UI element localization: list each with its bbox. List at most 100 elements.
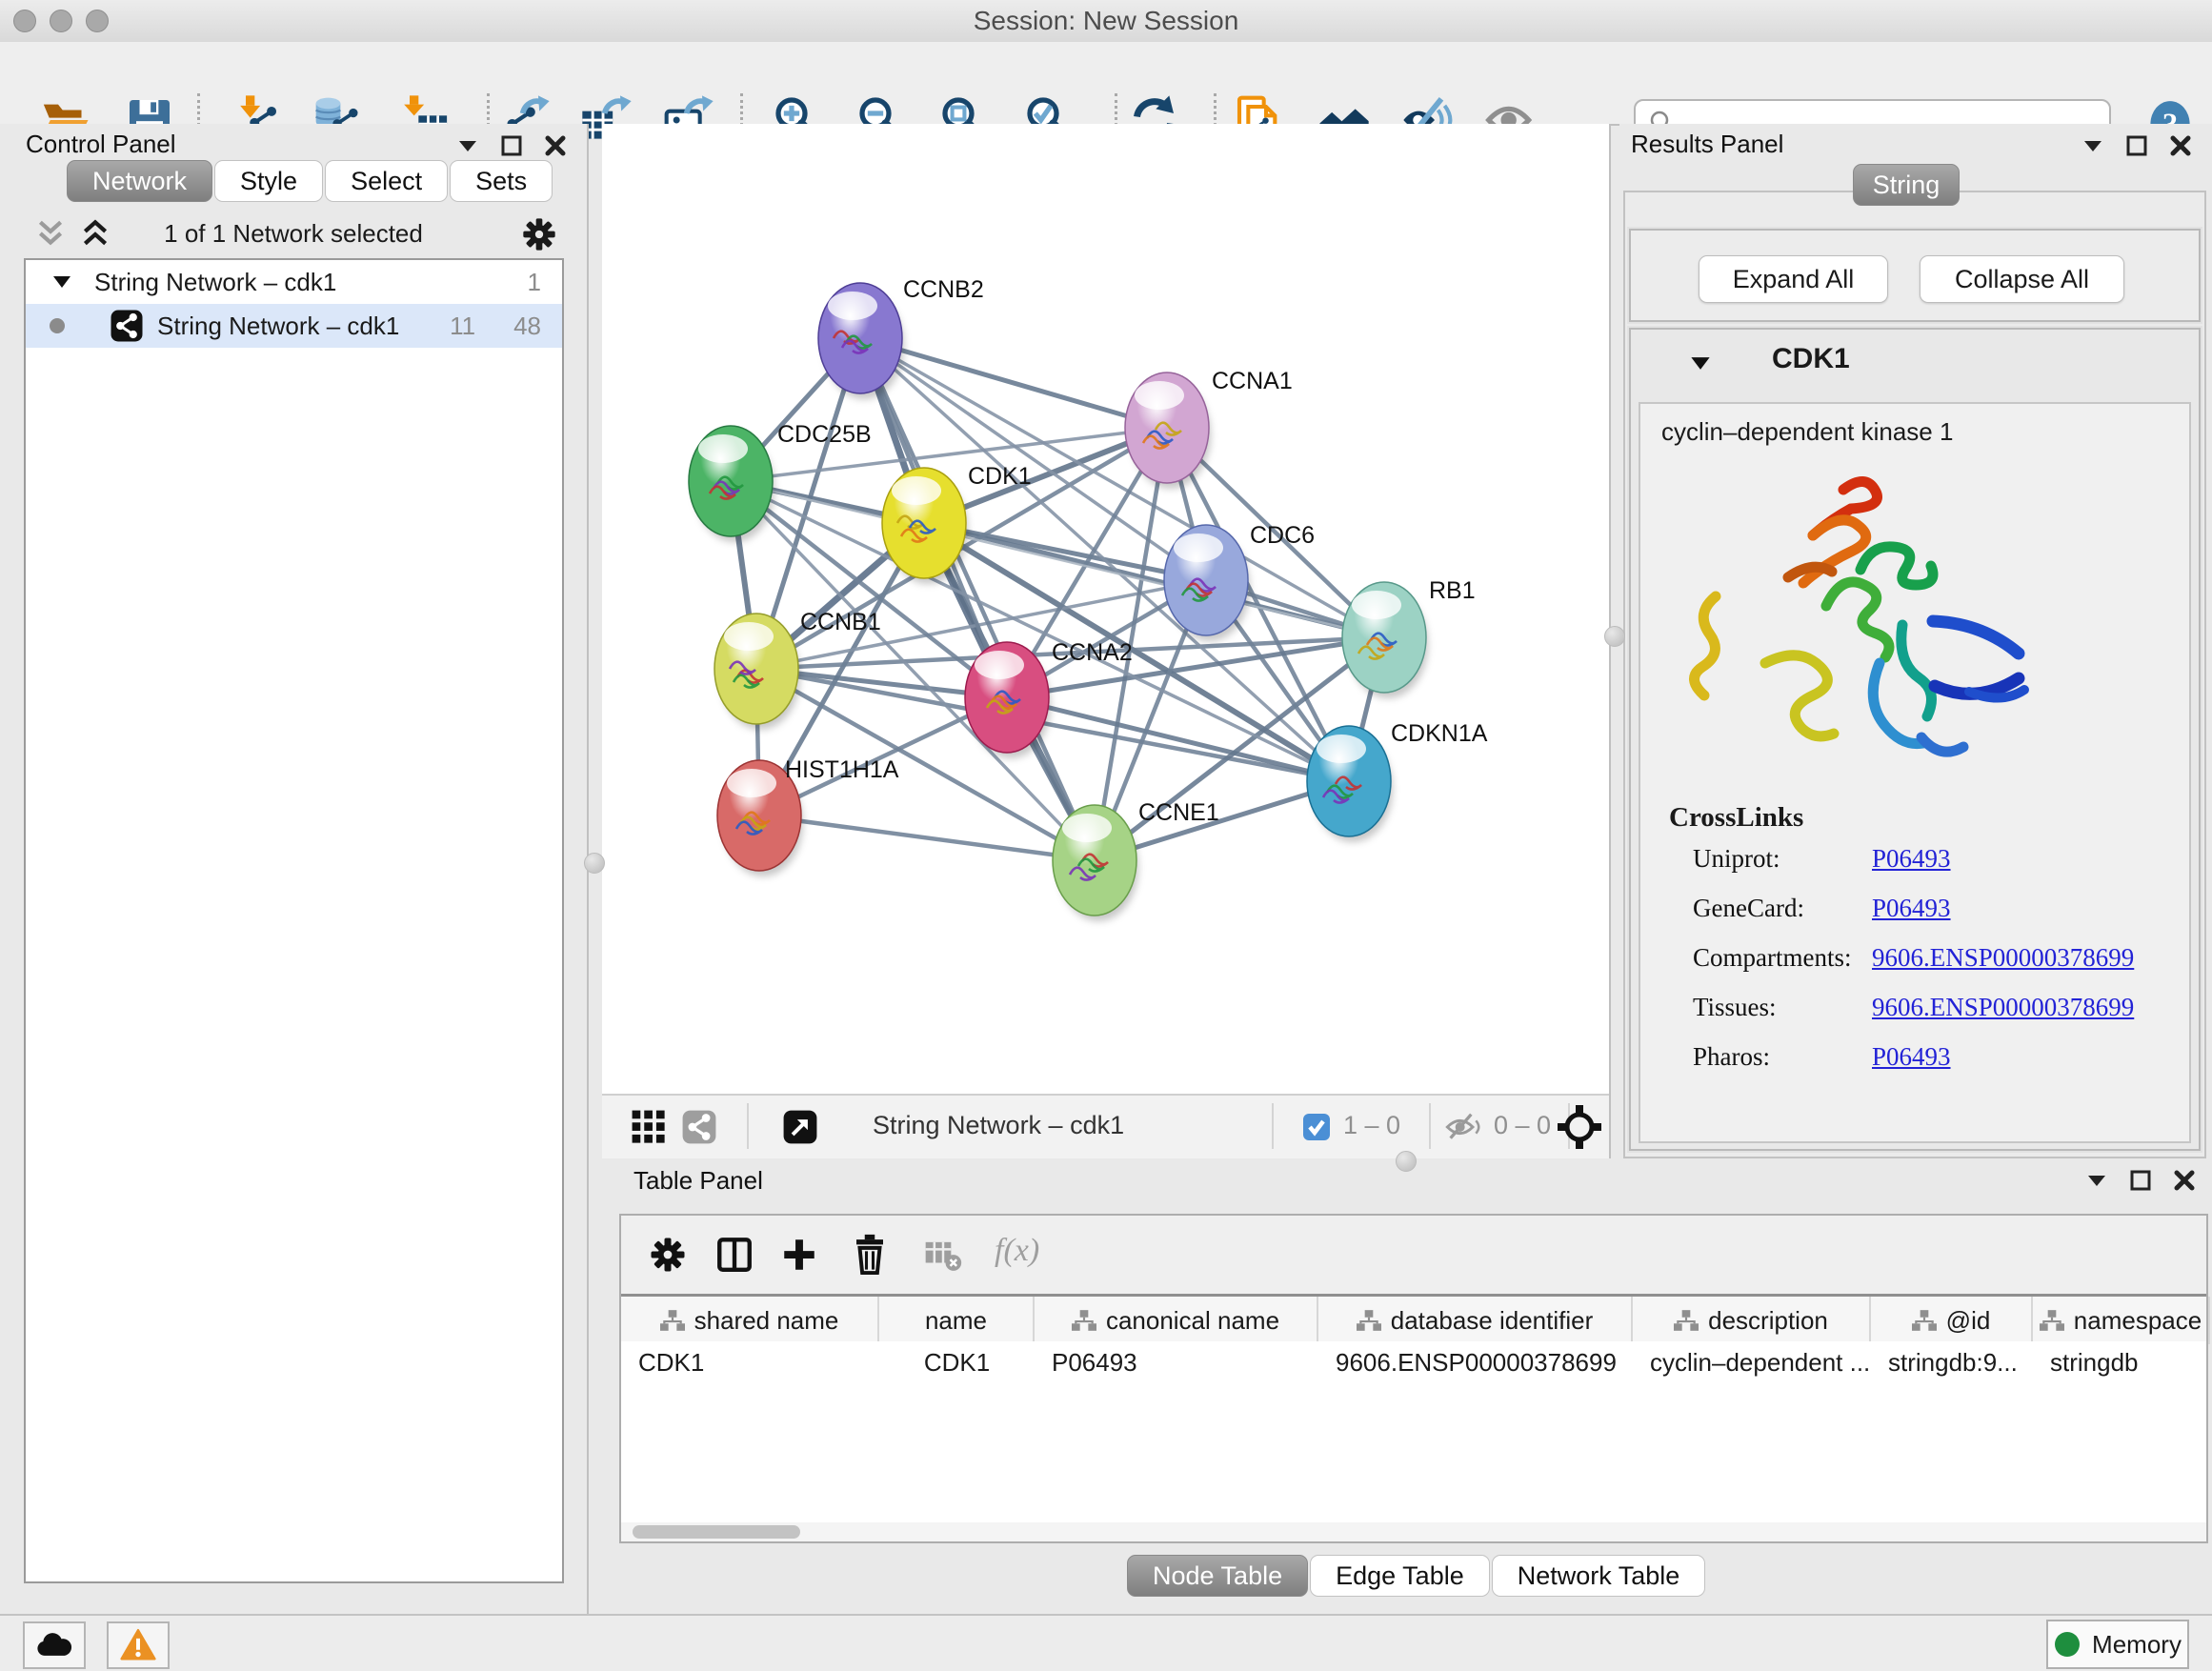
control-panel: Control Panel NetworkStyleSelectSets 1 o… bbox=[0, 124, 589, 1620]
column-header--id[interactable]: @id bbox=[1871, 1297, 2033, 1344]
panel-close-icon[interactable] bbox=[2170, 135, 2191, 156]
crosslink-value-link[interactable]: 9606.ENSP00000378699 bbox=[1872, 943, 2134, 973]
crosslink-value-link[interactable]: P06493 bbox=[1872, 844, 1951, 874]
share-view-icon[interactable] bbox=[681, 1109, 717, 1145]
network-view-toolbar: String Network – cdk1 1 – 0 0 – 0 bbox=[602, 1094, 1609, 1160]
panel-float-icon[interactable] bbox=[2130, 1170, 2151, 1191]
tab-node-table[interactable]: Node Table bbox=[1127, 1555, 1308, 1597]
node-CCNE1[interactable] bbox=[1053, 805, 1138, 921]
column-header-namespace[interactable]: namespace bbox=[2033, 1297, 2210, 1344]
warning-status-button[interactable] bbox=[107, 1621, 170, 1669]
crosslink-value-link[interactable]: 9606.ENSP00000378699 bbox=[1872, 993, 2134, 1022]
crosslink-value-link[interactable]: P06493 bbox=[1872, 1042, 1951, 1072]
memory-button[interactable]: Memory bbox=[2046, 1620, 2189, 1669]
network-collection-row[interactable]: String Network – cdk1 1 bbox=[26, 260, 562, 304]
cell-namespace[interactable]: stringdb bbox=[2033, 1341, 2210, 1383]
network-canvas[interactable]: CCNB2CCNA1CDC25BCDK1CDC6RB1CCNB1CCNA2CDK… bbox=[602, 124, 1609, 1094]
panel-menu-icon[interactable] bbox=[2082, 138, 2103, 153]
right-splitter-handle[interactable] bbox=[1604, 626, 1625, 647]
collection-count: 1 bbox=[528, 268, 541, 297]
node-CDKN1A[interactable] bbox=[1307, 726, 1393, 842]
crosslinks-title: CrossLinks bbox=[1669, 802, 1803, 834]
edge-CCNB2-CCNA1[interactable] bbox=[860, 338, 1167, 428]
node-label-CCNE1: CCNE1 bbox=[1138, 799, 1219, 826]
table-horizontal-scrollbar[interactable] bbox=[621, 1522, 2206, 1541]
delete-column-trash-icon[interactable] bbox=[850, 1233, 890, 1275]
network-options-gear-icon[interactable] bbox=[520, 215, 558, 253]
tab-network-table[interactable]: Network Table bbox=[1492, 1555, 1706, 1597]
node-CCNB1[interactable] bbox=[714, 614, 800, 730]
main-toolbar: ? bbox=[0, 42, 2212, 126]
cell-name[interactable]: CDK1 bbox=[879, 1341, 1035, 1383]
show-columns-icon[interactable] bbox=[714, 1235, 754, 1275]
add-column-icon[interactable] bbox=[779, 1235, 819, 1275]
cell-description[interactable]: cyclin–dependent ... bbox=[1633, 1341, 1871, 1383]
crosslink-label: Tissues: bbox=[1693, 993, 1872, 1022]
edge-CCNE1-HIST1H1A[interactable] bbox=[759, 815, 1095, 860]
crosslink-value-link[interactable]: P06493 bbox=[1872, 894, 1951, 923]
table-header: shared namenamecanonical namedatabase id… bbox=[621, 1294, 2206, 1346]
node-label-CDK1: CDK1 bbox=[968, 463, 1032, 490]
network-edge-count: 48 bbox=[513, 312, 541, 341]
results-panel-title: Results Panel bbox=[1631, 130, 1783, 159]
column-header-database-identifier[interactable]: database identifier bbox=[1318, 1297, 1633, 1344]
network-selected-count: 1 of 1 Network selected bbox=[0, 219, 587, 249]
column-header-canonical-name[interactable]: canonical name bbox=[1035, 1297, 1318, 1344]
node-table-box: f(x) shared namenamecanonical namedataba… bbox=[619, 1214, 2208, 1543]
column-header-shared-name[interactable]: shared name bbox=[621, 1297, 879, 1344]
panel-close-icon[interactable] bbox=[545, 135, 566, 156]
control-panel-tabs: NetworkStyleSelectSets bbox=[67, 160, 554, 202]
bottom-splitter-handle[interactable] bbox=[1396, 1151, 1417, 1172]
birdseye-grid-icon[interactable] bbox=[631, 1109, 667, 1145]
collection-label: String Network – cdk1 bbox=[94, 268, 336, 297]
network-list: String Network – cdk1 1 String Network –… bbox=[24, 258, 564, 1583]
string-app-icon bbox=[110, 309, 144, 343]
table-row[interactable]: CDK1CDK1P064939606.ENSP00000378699cyclin… bbox=[621, 1341, 2206, 1383]
panel-menu-icon[interactable] bbox=[2086, 1173, 2107, 1188]
node-CDC25B[interactable] bbox=[689, 426, 774, 542]
tab-select[interactable]: Select bbox=[325, 160, 448, 202]
node-CCNA1[interactable] bbox=[1125, 372, 1211, 489]
open-in-window-icon[interactable] bbox=[782, 1109, 818, 1145]
cell-shared-name[interactable]: CDK1 bbox=[621, 1341, 879, 1383]
column-header-name[interactable]: name bbox=[879, 1297, 1035, 1344]
collection-expander-icon[interactable] bbox=[52, 275, 71, 289]
entry-expander-icon[interactable] bbox=[1690, 356, 1711, 371]
node-label-RB1: RB1 bbox=[1429, 577, 1476, 604]
left-splitter-handle[interactable] bbox=[584, 853, 605, 874]
crosslink-row: Uniprot: P06493 bbox=[1693, 844, 2169, 874]
node-label-CDKN1A: CDKN1A bbox=[1391, 720, 1488, 747]
scrollbar-thumb[interactable] bbox=[633, 1525, 800, 1539]
crosslink-label: Compartments: bbox=[1693, 943, 1872, 973]
tab-edge-table[interactable]: Edge Table bbox=[1310, 1555, 1490, 1597]
panel-float-icon[interactable] bbox=[2126, 135, 2147, 156]
window-title: Session: New Session bbox=[0, 6, 2212, 36]
memory-label: Memory bbox=[2092, 1630, 2182, 1660]
tab-style[interactable]: Style bbox=[214, 160, 323, 202]
collapse-all-button[interactable]: Collapse All bbox=[1920, 255, 2124, 303]
cell--id[interactable]: stringdb:9... bbox=[1871, 1341, 2033, 1383]
table-tabs: Node TableEdge TableNetwork Table bbox=[1127, 1555, 1707, 1597]
table-options-gear-icon[interactable] bbox=[648, 1235, 688, 1275]
node-RB1[interactable] bbox=[1342, 582, 1428, 698]
cloud-status-button[interactable] bbox=[23, 1621, 86, 1669]
tab-network[interactable]: Network bbox=[67, 160, 212, 202]
cell-database-identifier[interactable]: 9606.ENSP00000378699 bbox=[1318, 1341, 1633, 1383]
cell-canonical-name[interactable]: P06493 bbox=[1035, 1341, 1318, 1383]
selected-nodes-checkbox-icon[interactable] bbox=[1302, 1113, 1331, 1141]
panel-float-icon[interactable] bbox=[501, 135, 522, 156]
column-header-description[interactable]: description bbox=[1633, 1297, 1871, 1344]
network-row[interactable]: String Network – cdk1 11 48 bbox=[26, 304, 562, 348]
fit-crosshair-icon[interactable] bbox=[1557, 1104, 1602, 1150]
panel-close-icon[interactable] bbox=[2174, 1170, 2195, 1191]
network-row-label: String Network – cdk1 bbox=[157, 312, 399, 341]
crosslink-row: Tissues: 9606.ENSP00000378699 bbox=[1693, 993, 2169, 1022]
entry-gene-name[interactable]: CDK1 bbox=[1772, 343, 1850, 375]
tab-sets[interactable]: Sets bbox=[450, 160, 553, 202]
string-entry-box: CDK1 cyclin–dependent kinase 1 bbox=[1629, 328, 2201, 1151]
node-CCNB2[interactable] bbox=[818, 283, 904, 399]
tab-string[interactable]: String bbox=[1853, 164, 1960, 206]
panel-menu-icon[interactable] bbox=[457, 138, 478, 153]
expand-all-button[interactable]: Expand All bbox=[1699, 255, 1888, 303]
node-CDK1[interactable] bbox=[882, 468, 968, 584]
